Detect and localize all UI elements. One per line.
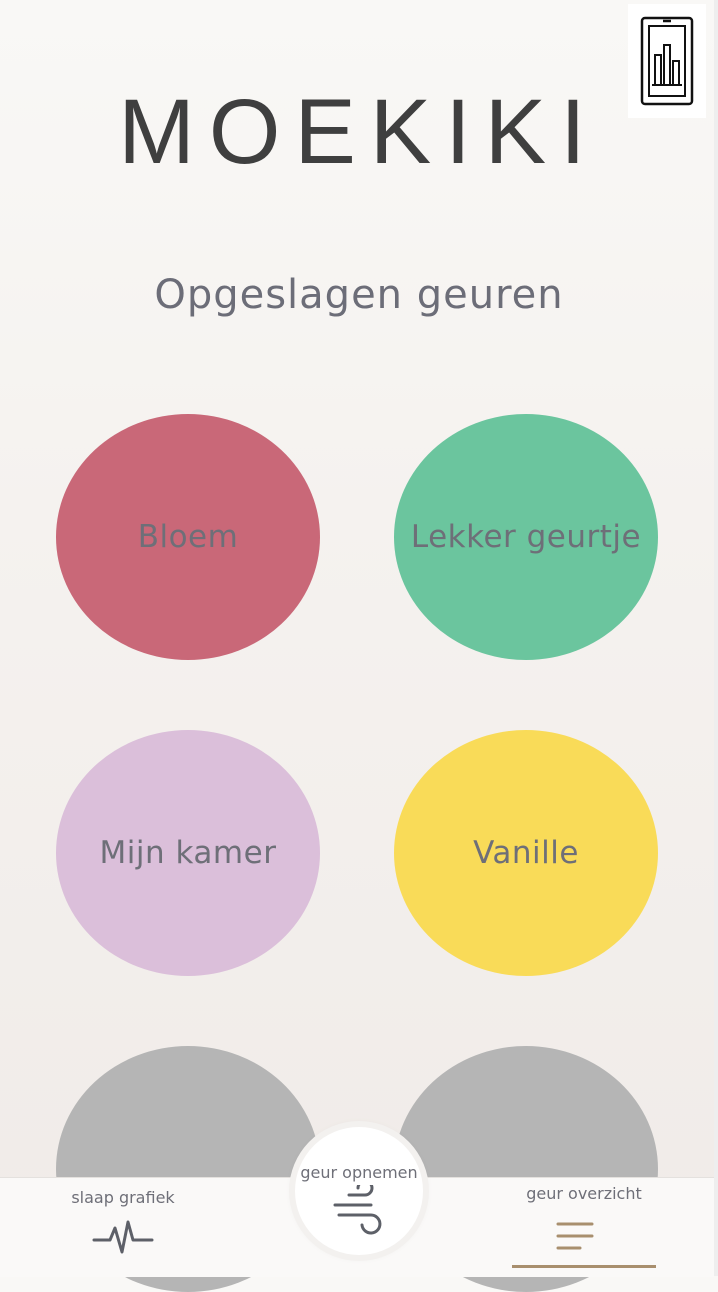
scent-lekker-geurtje[interactable]: Lekker geurtje <box>394 414 658 660</box>
active-tab-indicator <box>512 1265 656 1268</box>
nav-label: geur opnemen <box>300 1163 418 1182</box>
app-logo: MOEKIKI <box>118 81 600 183</box>
scent-label: Mijn kamer <box>99 835 277 871</box>
right-edge <box>714 0 718 1276</box>
scent-label: Vanille <box>473 835 579 871</box>
nav-item-slaap-grafiek[interactable]: slaap grafiek <box>50 1180 196 1270</box>
scent-label: Lekker geurtje <box>410 519 642 555</box>
scent-bloem[interactable]: Bloem <box>56 414 320 660</box>
nav-item-geur-overzicht[interactable]: geur overzicht <box>508 1180 660 1270</box>
menu-icon <box>556 1222 594 1250</box>
scent-mijn-kamer[interactable]: Mijn kamer <box>56 730 320 976</box>
wind-icon <box>333 1185 382 1235</box>
heartbeat-icon <box>92 1220 154 1254</box>
record-scent-button[interactable]: geur opnemen <box>295 1127 423 1255</box>
page-title: Opgeslagen geuren <box>154 272 564 318</box>
scent-vanille[interactable]: Vanille <box>394 730 658 976</box>
nav-label: geur overzicht <box>526 1184 642 1203</box>
scent-label: Bloem <box>137 519 239 555</box>
nav-label: slaap grafiek <box>71 1188 175 1207</box>
